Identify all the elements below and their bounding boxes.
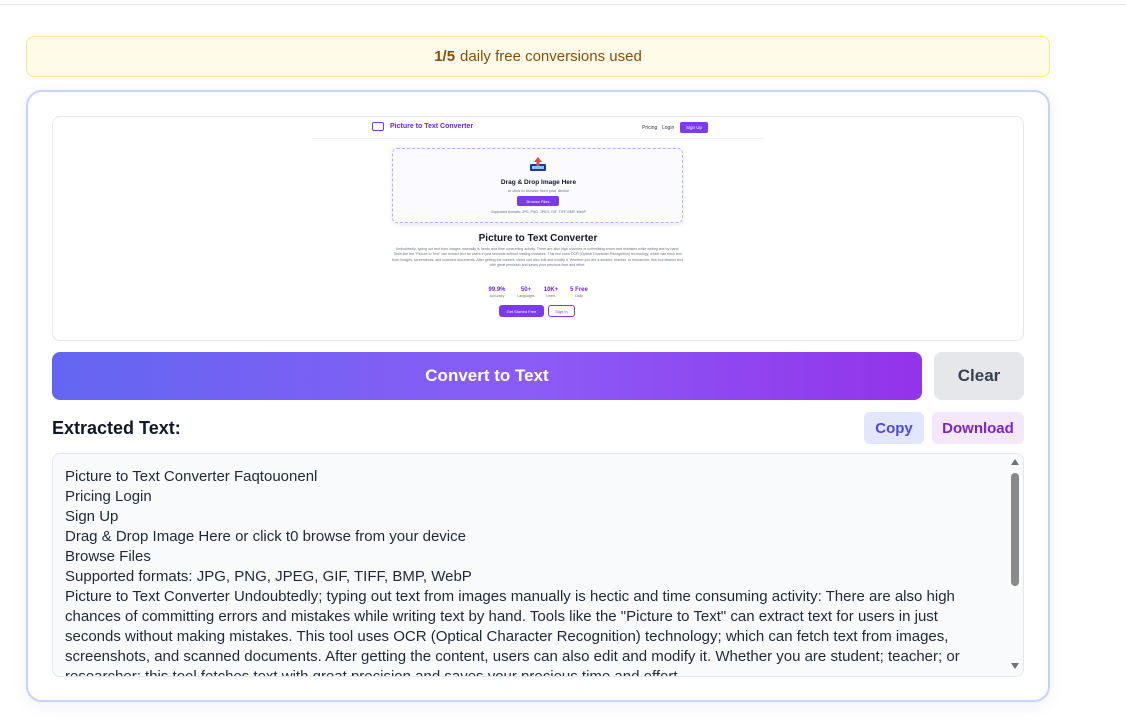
preview-stat-label: Daily (575, 294, 583, 298)
preview-nav-pricing: Pricing (642, 125, 658, 131)
image-preview: Picture to Text Converter Pricing Login … (52, 116, 1024, 341)
preview-browse-button: Browse Files (517, 196, 559, 206)
preview-dropzone: Drag & Drop Image Here or click to brows… (392, 148, 683, 223)
preview-paragraph: Undoubtedly, typing out text from images… (392, 247, 683, 267)
preview-stat: 99.9% Accuracy (482, 287, 512, 298)
preview-image: Picture to Text Converter Pricing Login … (312, 117, 764, 340)
preview-nav-login: Login (662, 125, 675, 131)
download-button[interactable]: Download (932, 412, 1024, 444)
copy-button[interactable]: Copy (864, 412, 924, 444)
preview-cta-secondary: Sign In (548, 305, 575, 317)
preview-stat-value: 10K+ (543, 287, 559, 293)
preview-stat: 5 Free Daily (564, 287, 594, 298)
preview-brand: Picture to Text Converter (390, 123, 474, 130)
scroll-up-arrow-icon[interactable] (1011, 459, 1019, 465)
preview-heading: Picture to Text Converter (478, 233, 598, 244)
preview-logo-icon (372, 122, 384, 131)
converter-card: Picture to Text Converter Pricing Login … (26, 90, 1050, 702)
preview-drop-title: Drag & Drop Image Here (500, 179, 577, 186)
preview-cta-primary: Get Started Free (499, 305, 544, 317)
quota-text: daily free conversions used (460, 48, 642, 65)
top-divider (0, 4, 1126, 5)
preview-stat: 10K+ Users (536, 287, 566, 298)
preview-stat-value: 5 Free (570, 287, 588, 293)
scrollbar-thumb[interactable] (1011, 473, 1019, 586)
clear-button[interactable]: Clear (934, 352, 1024, 400)
upload-icon (530, 157, 546, 171)
extracted-text-heading: Extracted Text: (52, 418, 181, 438)
scroll-down-arrow-icon[interactable] (1011, 663, 1019, 669)
convert-to-text-button[interactable]: Convert to Text (52, 352, 922, 400)
quota-banner: 1/5 daily free conversions used (26, 36, 1050, 77)
result-scrollbar[interactable] (1008, 455, 1022, 675)
extracted-text-area[interactable]: Picture to Text Converter Faqtouonenl Pr… (52, 453, 1024, 677)
preview-stat-label: Users (546, 294, 556, 298)
preview-navbar: Picture to Text Converter Pricing Login … (312, 117, 764, 139)
preview-nav-signup: Sign Up (680, 122, 708, 133)
preview-formats: Supported formats: JPG, PNG, JPEG, GIF, … (491, 210, 586, 214)
preview-drop-subtitle: or click to browse from your device (507, 188, 570, 193)
preview-stat-value: 99.9% (488, 287, 506, 293)
extracted-text-content: Picture to Text Converter Faqtouonenl Pr… (65, 468, 960, 677)
preview-stat-label: Accuracy (489, 294, 505, 298)
quota-count: 1/5 (434, 48, 456, 65)
